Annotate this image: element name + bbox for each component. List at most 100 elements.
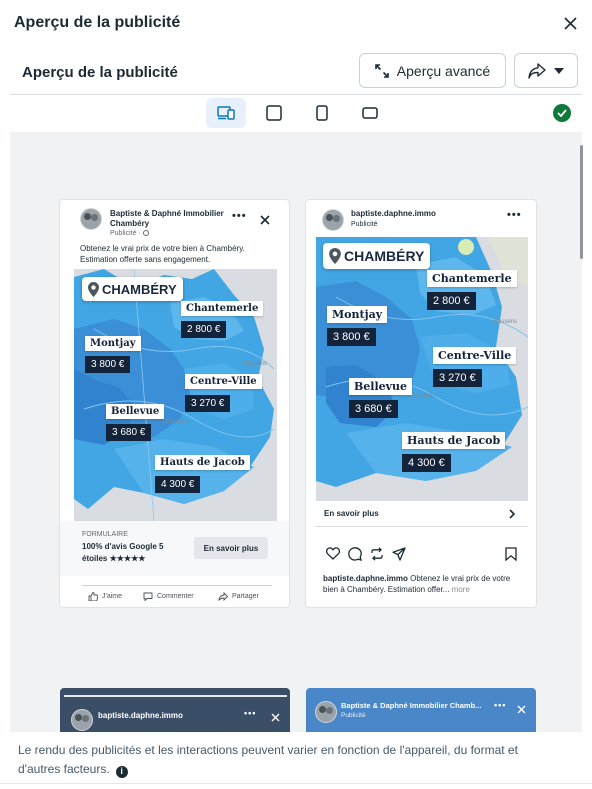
format-all-devices[interactable] <box>206 98 246 128</box>
map-pin-icon <box>329 248 341 264</box>
area-price-hauts-de-jacob: 4 300 € <box>402 454 451 472</box>
sponsored-label: Publicité <box>351 221 378 228</box>
heart-icon[interactable] <box>326 547 340 560</box>
format-square[interactable] <box>254 98 294 128</box>
city-badge: CHAMBÉRY <box>82 277 183 301</box>
area-price-bellevue: 3 680 € <box>349 400 398 418</box>
area-label-montjay: Montjay <box>85 336 141 351</box>
close-icon <box>563 16 577 30</box>
instagram-story-preview[interactable]: baptiste.daphne.immo ••• <box>60 688 290 732</box>
area-price-chantemerle: 2 800 € <box>181 321 227 338</box>
close-icon[interactable] <box>271 713 280 722</box>
globe-icon <box>142 230 149 236</box>
ad-map-image[interactable]: Bassens Chambéry CHAMBÉRY Chantemerle 2 … <box>316 237 528 501</box>
section-title: Aperçu de la publicité <box>22 64 178 81</box>
preview-canvas[interactable]: Baptiste & Daphné Immobilier Chambéry Pu… <box>10 132 582 732</box>
area-label-bellevue: Bellevue <box>349 378 413 395</box>
dialog-header: Aperçu de la publicité <box>0 0 592 46</box>
primary-text: Obtenez le vrai prix de votre bien à Cha… <box>80 244 245 264</box>
more-options-icon[interactable]: ••• <box>494 700 506 710</box>
like-button[interactable]: J'aime <box>88 592 122 601</box>
send-icon[interactable] <box>392 547 406 561</box>
sponsored-label: Publicité · <box>110 230 149 237</box>
header-divider <box>10 94 582 95</box>
chevron-right-icon <box>509 509 515 519</box>
town-label: Chambéry <box>408 393 436 399</box>
profile-avatar <box>71 709 93 731</box>
share-icon <box>528 62 546 79</box>
sponsored-label: Publicité <box>341 712 366 719</box>
dialog-title: Aperçu de la publicité <box>14 14 181 31</box>
repost-icon[interactable] <box>370 547 384 561</box>
thumbs-up-icon <box>88 592 98 601</box>
area-price-bellevue: 3 680 € <box>106 424 152 441</box>
share-post-button[interactable]: Partager <box>218 592 259 601</box>
actions-divider <box>82 585 272 586</box>
page-name: Baptiste & Daphné Immobilier Chambéry <box>110 209 224 228</box>
cta-row[interactable]: En savoir plus <box>316 501 528 527</box>
cta-label: En savoir plus <box>324 509 379 518</box>
instagram-feed-preview[interactable]: baptiste.daphne.immo Publicité ••• Basse… <box>305 199 537 608</box>
page-avatar <box>80 208 102 230</box>
area-label-bellevue: Bellevue <box>106 404 165 419</box>
area-price-hauts-de-jacob: 4 300 € <box>155 476 201 493</box>
town-label: Bassens <box>244 361 268 367</box>
more-options-icon[interactable]: ••• <box>244 708 256 718</box>
bookmark-icon[interactable] <box>505 547 517 561</box>
footer-divider <box>0 783 592 784</box>
disclaimer: Le rendu des publicités et les interacti… <box>18 743 518 778</box>
advanced-preview-label: Aperçu avancé <box>396 62 491 79</box>
area-label-chantemerle: Chantemerle <box>181 301 264 316</box>
facebook-feed-preview[interactable]: Baptiste & Daphné Immobilier Chambéry Pu… <box>59 199 290 608</box>
status-check-icon <box>553 104 571 122</box>
format-portrait[interactable] <box>302 98 342 128</box>
form-label: FORMULAIRE <box>82 531 128 538</box>
town-label: Chambéry <box>162 419 190 425</box>
ad-headline: 100% d'avis Google 5 étoiles ★★★★★ <box>82 542 164 563</box>
more-options-icon[interactable]: ••• <box>507 209 522 221</box>
comment-button[interactable]: Commenter <box>143 592 194 601</box>
area-price-centre-ville: 3 270 € <box>433 369 482 387</box>
area-label-centre-ville: Centre-Ville <box>433 347 517 364</box>
area-label-hauts-de-jacob: Hauts de Jacob <box>402 432 506 449</box>
expand-icon <box>374 63 389 78</box>
share-button[interactable] <box>514 53 578 88</box>
close-icon[interactable] <box>517 705 526 714</box>
story-page-name: Baptiste & Daphné Immobilier Chamb... <box>341 701 482 710</box>
more-options-icon[interactable]: ••• <box>232 210 247 222</box>
area-price-centre-ville: 3 270 € <box>185 395 231 412</box>
area-label-chantemerle: Chantemerle <box>427 270 517 287</box>
map-pin-icon <box>88 281 99 297</box>
area-label-montjay: Montjay <box>327 306 388 323</box>
story-progress <box>64 695 287 697</box>
city-badge: CHAMBÉRY <box>323 243 431 269</box>
canvas-scrollbar[interactable] <box>580 145 583 259</box>
info-icon[interactable]: i <box>115 765 128 778</box>
area-price-montjay: 3 800 € <box>85 356 131 373</box>
area-price-chantemerle: 2 800 € <box>427 292 476 310</box>
square-icon <box>266 105 282 121</box>
profile-avatar <box>322 209 344 231</box>
format-selector <box>0 97 592 129</box>
city-name: CHAMBÉRY <box>102 281 177 297</box>
close-button[interactable] <box>558 11 582 35</box>
area-label-hauts-de-jacob: Hauts de Jacob <box>155 455 250 470</box>
portrait-icon <box>316 105 328 121</box>
devices-icon <box>217 106 235 120</box>
preview-toolbar: Aperçu de la publicité Aperçu avancé <box>0 50 592 94</box>
comment-icon[interactable] <box>348 547 362 561</box>
area-label-centre-ville: Centre-Ville <box>185 374 262 389</box>
format-landscape[interactable] <box>350 98 390 128</box>
instagram-username: baptiste.daphne.immo <box>351 209 436 218</box>
area-price-montjay: 3 800 € <box>327 328 376 346</box>
advanced-preview-button[interactable]: Aperçu avancé <box>359 53 506 88</box>
more-link[interactable]: more <box>449 585 470 594</box>
ad-map-image[interactable]: Bassens Chambéry CHAMBÉRY Chantemerle 2 … <box>74 269 277 521</box>
caret-down-icon <box>554 67 564 74</box>
close-icon[interactable] <box>260 215 270 225</box>
facebook-story-preview[interactable]: Baptiste & Daphné Immobilier Chamb... Pu… <box>306 688 536 732</box>
caption: baptiste.daphne.immo Obtenez le vrai pri… <box>323 574 511 594</box>
story-username: baptiste.daphne.immo <box>98 711 183 720</box>
cta-button[interactable]: En savoir plus <box>194 537 268 559</box>
page-avatar <box>315 701 337 723</box>
